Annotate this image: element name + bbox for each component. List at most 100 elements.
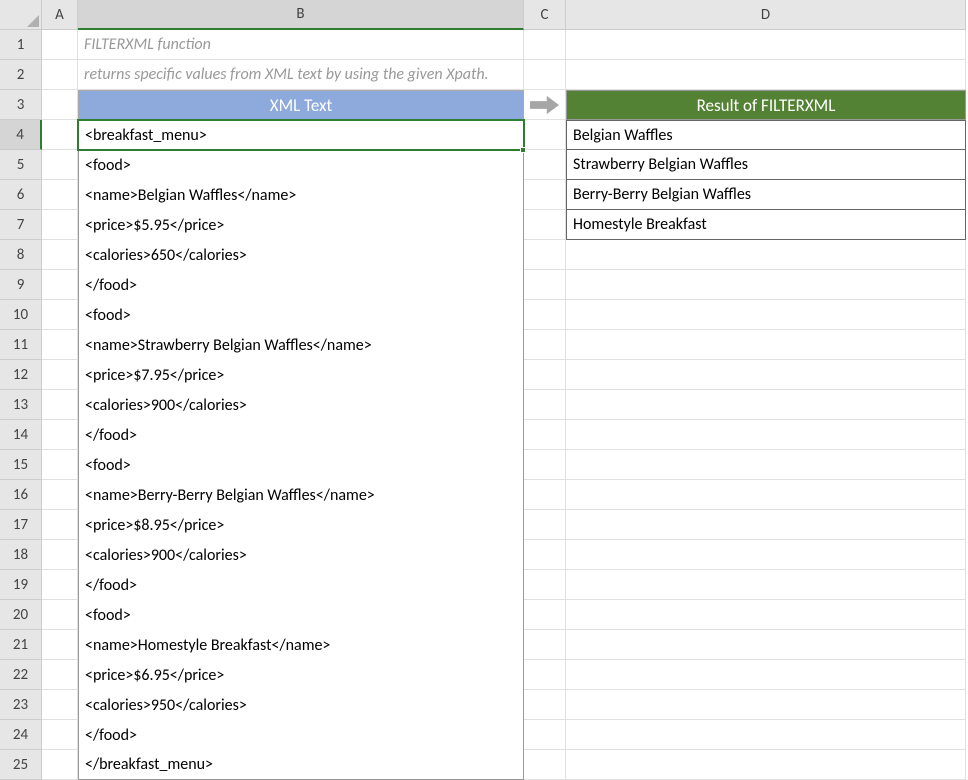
cell-D6[interactable]: Berry-Berry Belgian Waffles xyxy=(566,180,966,210)
cell-B13[interactable]: <calories>900</calories> xyxy=(78,390,524,420)
row-header-8[interactable]: 8 xyxy=(0,240,42,270)
row-header-1[interactable]: 1 xyxy=(0,30,42,60)
cell-C19[interactable] xyxy=(524,570,566,600)
spreadsheet-grid[interactable]: A B C D 1 FILTERXML function 2 returns s… xyxy=(0,0,968,780)
cell-A19[interactable] xyxy=(42,570,78,600)
cell-C16[interactable] xyxy=(524,480,566,510)
cell-B14[interactable]: </food> xyxy=(78,420,524,450)
cell-D15[interactable] xyxy=(566,450,966,480)
result-header[interactable]: Result of FILTERXML xyxy=(566,90,966,120)
cell-C15[interactable] xyxy=(524,450,566,480)
row-header-11[interactable]: 11 xyxy=(0,330,42,360)
cell-D7[interactable]: Homestyle Breakfast xyxy=(566,210,966,240)
cell-D16[interactable] xyxy=(566,480,966,510)
row-header-6[interactable]: 6 xyxy=(0,180,42,210)
cell-C20[interactable] xyxy=(524,600,566,630)
cell-C9[interactable] xyxy=(524,270,566,300)
cell-A12[interactable] xyxy=(42,360,78,390)
cell-A7[interactable] xyxy=(42,210,78,240)
cell-A9[interactable] xyxy=(42,270,78,300)
cell-A5[interactable] xyxy=(42,150,78,180)
cell-B8[interactable]: <calories>650</calories> xyxy=(78,240,524,270)
cell-A10[interactable] xyxy=(42,300,78,330)
cell-A2[interactable] xyxy=(42,60,78,90)
select-all-corner[interactable] xyxy=(0,0,42,30)
cell-B11[interactable]: <name>Strawberry Belgian Waffles</name> xyxy=(78,330,524,360)
cell-A11[interactable] xyxy=(42,330,78,360)
cell-B19[interactable]: </food> xyxy=(78,570,524,600)
cell-B18[interactable]: <calories>900</calories> xyxy=(78,540,524,570)
cell-C2[interactable] xyxy=(524,60,566,90)
cell-C10[interactable] xyxy=(524,300,566,330)
fill-handle[interactable] xyxy=(520,147,526,153)
cell-A18[interactable] xyxy=(42,540,78,570)
cell-D24[interactable] xyxy=(566,720,966,750)
cell-D25[interactable] xyxy=(566,750,966,780)
cell-B21[interactable]: <name>Homestyle Breakfast</name> xyxy=(78,630,524,660)
cell-A20[interactable] xyxy=(42,600,78,630)
cell-A1[interactable] xyxy=(42,30,78,60)
cell-B5[interactable]: <food> xyxy=(78,150,524,180)
cell-D21[interactable] xyxy=(566,630,966,660)
cell-D14[interactable] xyxy=(566,420,966,450)
cell-D5[interactable]: Strawberry Belgian Waffles xyxy=(566,150,966,180)
cell-A6[interactable] xyxy=(42,180,78,210)
cell-C1[interactable] xyxy=(524,30,566,60)
row-header-13[interactable]: 13 xyxy=(0,390,42,420)
cell-B7[interactable]: <price>$5.95</price> xyxy=(78,210,524,240)
row-header-24[interactable]: 24 xyxy=(0,720,42,750)
col-header-B[interactable]: B xyxy=(78,0,524,30)
cell-D4[interactable]: Belgian Waffles xyxy=(566,120,966,150)
cell-B16[interactable]: <name>Berry-Berry Belgian Waffles</name> xyxy=(78,480,524,510)
cell-B9[interactable]: </food> xyxy=(78,270,524,300)
cell-A16[interactable] xyxy=(42,480,78,510)
row-header-22[interactable]: 22 xyxy=(0,660,42,690)
row-header-17[interactable]: 17 xyxy=(0,510,42,540)
cell-C7[interactable] xyxy=(524,210,566,240)
cell-C13[interactable] xyxy=(524,390,566,420)
row-header-12[interactable]: 12 xyxy=(0,360,42,390)
cell-C4[interactable] xyxy=(524,120,566,150)
cell-C21[interactable] xyxy=(524,630,566,660)
cell-A17[interactable] xyxy=(42,510,78,540)
row-header-10[interactable]: 10 xyxy=(0,300,42,330)
col-header-A[interactable]: A xyxy=(42,0,78,30)
cell-C6[interactable] xyxy=(524,180,566,210)
cell-B24[interactable]: </food> xyxy=(78,720,524,750)
cell-D8[interactable] xyxy=(566,240,966,270)
cell-D13[interactable] xyxy=(566,390,966,420)
cell-D19[interactable] xyxy=(566,570,966,600)
cell-A4[interactable] xyxy=(42,120,78,150)
row-header-16[interactable]: 16 xyxy=(0,480,42,510)
cell-C5[interactable] xyxy=(524,150,566,180)
cell-A15[interactable] xyxy=(42,450,78,480)
cell-D22[interactable] xyxy=(566,660,966,690)
cell-C18[interactable] xyxy=(524,540,566,570)
cell-B25[interactable]: </breakfast_menu> xyxy=(78,750,524,780)
row-header-20[interactable]: 20 xyxy=(0,600,42,630)
cell-A3[interactable] xyxy=(42,90,78,120)
cell-D20[interactable] xyxy=(566,600,966,630)
row-header-4[interactable]: 4 xyxy=(0,120,42,150)
cell-B15[interactable]: <food> xyxy=(78,450,524,480)
cell-A24[interactable] xyxy=(42,720,78,750)
cell-C17[interactable] xyxy=(524,510,566,540)
cell-C11[interactable] xyxy=(524,330,566,360)
xml-text-header[interactable]: XML Text xyxy=(78,90,524,120)
row-header-18[interactable]: 18 xyxy=(0,540,42,570)
row-header-21[interactable]: 21 xyxy=(0,630,42,660)
cell-D1[interactable] xyxy=(566,30,966,60)
row-header-14[interactable]: 14 xyxy=(0,420,42,450)
col-header-C[interactable]: C xyxy=(524,0,566,30)
cell-B4[interactable]: <breakfast_menu> xyxy=(78,120,524,150)
cell-B17[interactable]: <price>$8.95</price> xyxy=(78,510,524,540)
cell-C25[interactable] xyxy=(524,750,566,780)
cell-B12[interactable]: <price>$7.95</price> xyxy=(78,360,524,390)
cell-D12[interactable] xyxy=(566,360,966,390)
cell-D11[interactable] xyxy=(566,330,966,360)
cell-B20[interactable]: <food> xyxy=(78,600,524,630)
cell-A22[interactable] xyxy=(42,660,78,690)
cell-C14[interactable] xyxy=(524,420,566,450)
row-header-7[interactable]: 7 xyxy=(0,210,42,240)
cell-D2[interactable] xyxy=(566,60,966,90)
